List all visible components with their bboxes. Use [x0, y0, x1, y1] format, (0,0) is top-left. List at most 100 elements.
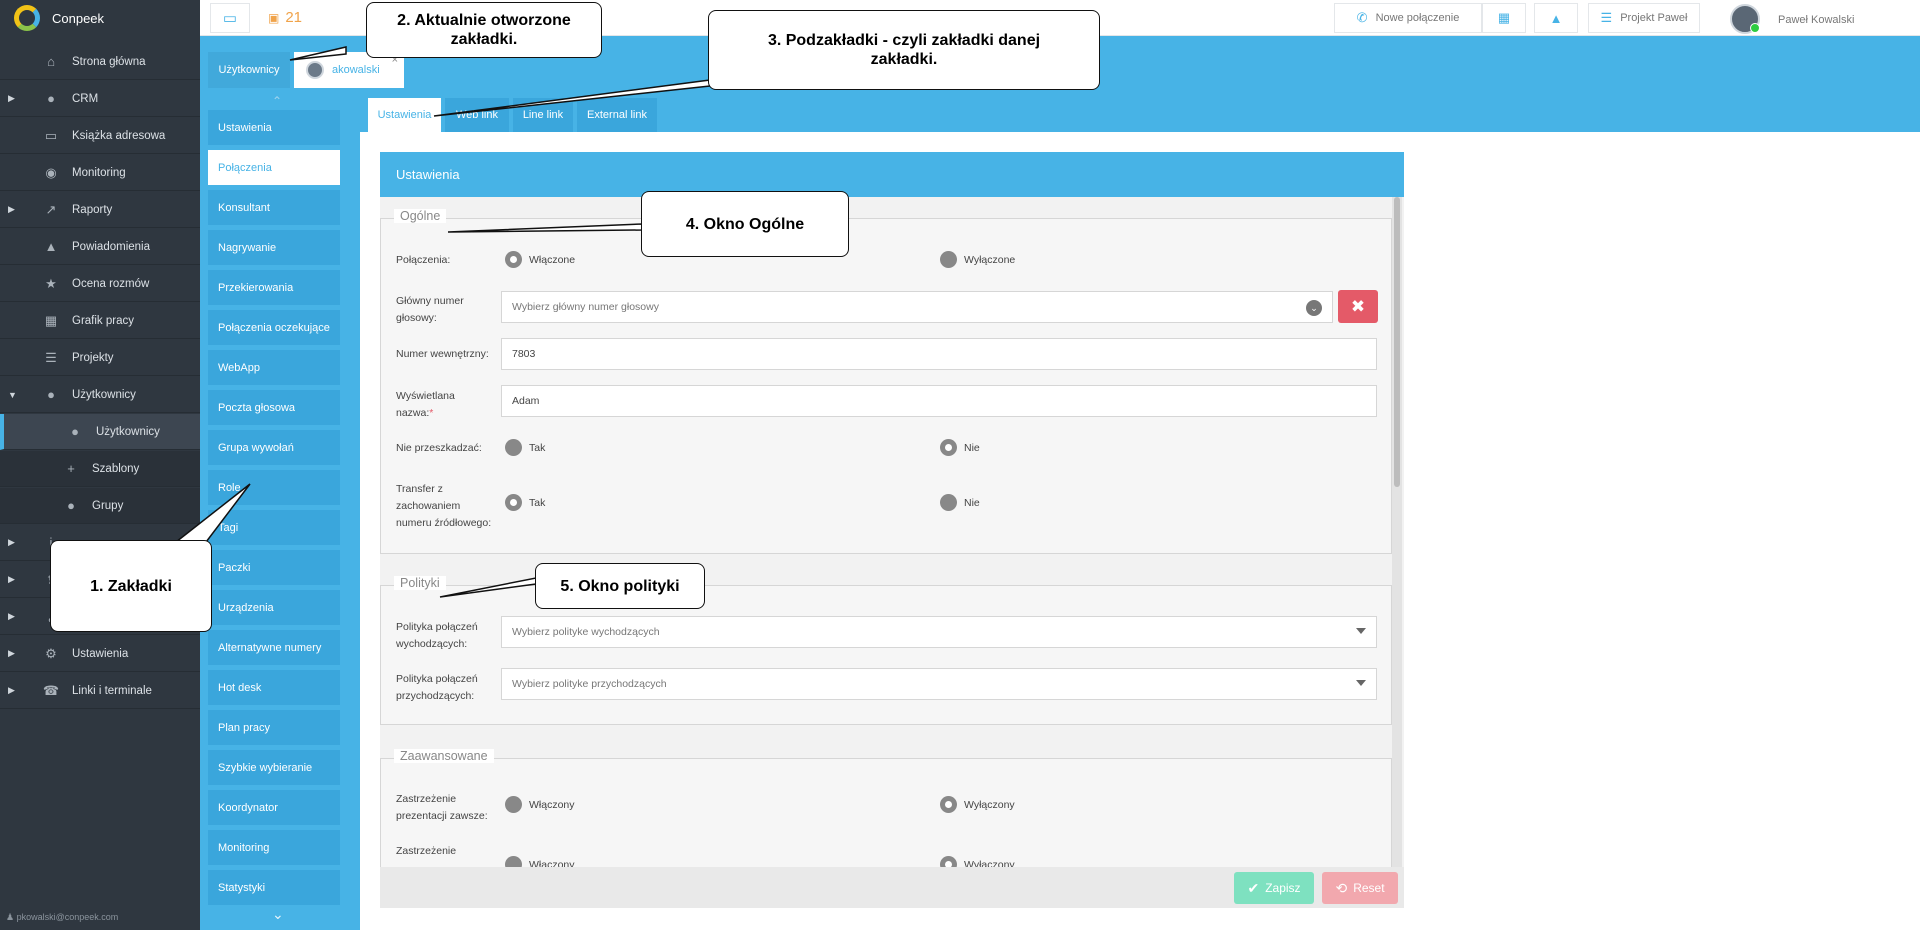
sidebar-item-label: Powiadomienia — [72, 240, 150, 253]
second-off-radio[interactable]: Wyłączony — [940, 856, 1015, 867]
close-icon: ✖ — [1350, 296, 1366, 316]
transfer-yes-radio[interactable]: Tak — [505, 494, 545, 511]
left-nav-item[interactable]: Połączenia oczekujące — [208, 310, 340, 345]
calendar-icon: ▦ — [44, 312, 58, 328]
chart-line-icon: ↗ — [45, 201, 57, 217]
outgoing-policy-label: Polityka połączeń wychodzących: — [396, 621, 478, 650]
scroll-down-icon[interactable]: ⌄ — [272, 906, 284, 923]
calendar-icon: ▦ — [1497, 10, 1511, 25]
monitor-button[interactable]: ▭ — [210, 3, 250, 33]
bell-icon: ▲ — [44, 239, 58, 254]
brand[interactable]: Conpeek — [0, 0, 200, 36]
user-name[interactable]: Paweł Kowalski — [1778, 14, 1854, 26]
left-nav-item[interactable]: Ustawienia — [208, 110, 340, 145]
connections-off-radio[interactable]: Wyłączone — [940, 251, 1015, 268]
display-name-input[interactable]: Adam — [501, 385, 1377, 417]
sidebar-item-8[interactable]: ☰ Projekty — [0, 340, 200, 376]
dnd-no-radio[interactable]: Nie — [940, 439, 980, 456]
sidebar-item-2[interactable]: ▭ Książka adresowa — [0, 118, 200, 154]
tab-uzytkownicy[interactable]: Użytkownicy — [208, 52, 290, 88]
left-nav-item[interactable]: Nagrywanie — [208, 230, 340, 265]
radio-selected-icon — [940, 796, 957, 813]
sidebar-item-11[interactable]: + Szablony — [0, 451, 200, 487]
callout-2: 2. Aktualnie otworzone zakładki. — [366, 2, 602, 58]
left-nav-item[interactable]: Monitoring — [208, 830, 340, 865]
calendar-button[interactable]: ▦ — [1482, 3, 1526, 33]
left-nav-item[interactable]: Przekierowania — [208, 270, 340, 305]
internal-number-label: Numer wewnętrzny: — [396, 348, 489, 360]
transfer-no-radio[interactable]: Nie — [940, 494, 980, 511]
clear-main-number-button[interactable]: ✖ — [1338, 290, 1378, 323]
main-number-select[interactable]: Wybierz główny numer głosowy ⌄ — [501, 291, 1333, 323]
left-nav-item[interactable]: Grupa wywołań — [208, 430, 340, 465]
sidebar-item-label: Użytkownicy — [72, 388, 136, 401]
sidebar-item-5[interactable]: ▲ Powiadomienia — [0, 229, 200, 265]
sidebar-item-17[interactable]: ▶ ☎ Linki i terminale — [0, 673, 200, 709]
left-nav-item[interactable]: Tagi — [208, 510, 340, 545]
sidebar-item-3[interactable]: ◉ Monitoring — [0, 155, 200, 191]
presentation-on-label: Włączony — [529, 798, 575, 811]
second-on-radio[interactable]: Włączony — [505, 856, 575, 867]
conpeek-logo-icon — [14, 5, 40, 31]
tickets-counter[interactable]: ▣ 21 — [268, 9, 302, 26]
left-nav-item[interactable]: Hot desk — [208, 670, 340, 705]
subtab[interactable]: External link — [577, 98, 657, 132]
panel-scrollbar-thumb[interactable] — [1394, 197, 1400, 487]
user-tab-avatar-icon — [306, 61, 324, 79]
left-nav-item[interactable]: WebApp — [208, 350, 340, 385]
subtab[interactable]: Web link — [445, 98, 509, 132]
save-button[interactable]: ✔ Zapisz — [1234, 872, 1314, 904]
left-nav-item[interactable]: Poczta głosowa — [208, 390, 340, 425]
main-number-placeholder: Wybierz główny numer głosowy — [512, 301, 659, 313]
sidebar-item-9[interactable]: ▼ ● Użytkownicy — [0, 377, 200, 413]
scroll-up-icon[interactable]: ⌃ — [272, 94, 282, 108]
presentation-on-radio[interactable]: Włączony — [505, 796, 575, 813]
sidebar-item-16[interactable]: ▶ ⚙ Ustawienia — [0, 636, 200, 672]
left-nav-item[interactable]: Koordynator — [208, 790, 340, 825]
sidebar-item-1[interactable]: ▶ ● CRM — [0, 81, 200, 117]
connections-on-radio[interactable]: Włączone — [505, 251, 575, 268]
policies-fieldset — [380, 585, 1392, 725]
chevron-down-circle-icon: ⌄ — [1306, 300, 1322, 316]
subtab[interactable]: Line link — [513, 98, 573, 132]
user-email: ♟ pkowalski@conpeek.com — [6, 912, 118, 923]
second-on-label: Włączony — [529, 858, 575, 868]
new-call-button[interactable]: ✆ Nowe połączenie — [1334, 3, 1482, 33]
notifications-button[interactable]: ▲ — [1534, 3, 1578, 33]
left-nav-item[interactable]: Połączenia — [208, 150, 340, 185]
outgoing-policy-select[interactable]: Wybierz polityke wychodzących — [501, 616, 1377, 648]
subtab[interactable]: Ustawienia — [368, 98, 441, 132]
left-nav-item[interactable]: Statystyki — [208, 870, 340, 905]
caret-down-icon — [1356, 680, 1366, 686]
left-nav-item[interactable]: Szybkie wybieranie — [208, 750, 340, 785]
dnd-yes-radio[interactable]: Tak — [505, 439, 545, 456]
sidebar-item-label: CRM — [72, 92, 99, 105]
internal-number-input[interactable]: 7803 — [501, 338, 1377, 370]
advanced-legend: Zaawansowane — [394, 749, 494, 763]
sidebar-item-10[interactable]: ● Użytkownicy — [0, 414, 200, 450]
sidebar-item-4[interactable]: ▶ ↗ Raporty — [0, 192, 200, 228]
left-nav-item[interactable]: Konsultant — [208, 190, 340, 225]
sidebar-item-0[interactable]: ⌂ Strona główna — [0, 44, 200, 80]
main-number-label: Główny numer głosowy: — [396, 295, 464, 324]
left-nav-item[interactable]: Paczki — [208, 550, 340, 585]
sidebar-item-12[interactable]: ● Grupy — [0, 488, 200, 524]
check-icon: ✔ — [1247, 879, 1260, 896]
left-nav-item[interactable]: Plan pracy — [208, 710, 340, 745]
reset-button[interactable]: ⟲ Reset — [1322, 872, 1398, 904]
presentation-off-radio[interactable]: Wyłączony — [940, 796, 1015, 813]
sidebar-item-6[interactable]: ★ Ocena rozmów — [0, 266, 200, 302]
callout-5: 5. Okno polityki — [535, 563, 705, 609]
left-nav-item[interactable]: Alternatywne numery — [208, 630, 340, 665]
display-name-label-text: Wyświetlana nazwa: — [396, 390, 455, 419]
project-button[interactable]: ☰ Projekt Paweł — [1588, 3, 1700, 33]
users-group-icon: ● — [67, 498, 75, 513]
incoming-policy-select[interactable]: Wybierz polityke przychodzących — [501, 668, 1377, 700]
left-nav-item[interactable]: Role — [208, 470, 340, 505]
sidebar-item-label: Linki i terminale — [72, 684, 152, 697]
user-icon: ● — [47, 387, 55, 402]
sidebar-item-label: Strona główna — [72, 55, 146, 68]
radio-selected-icon — [940, 439, 957, 456]
left-nav-item[interactable]: Urządzenia — [208, 590, 340, 625]
sidebar-item-7[interactable]: ▦ Grafik pracy — [0, 303, 200, 339]
